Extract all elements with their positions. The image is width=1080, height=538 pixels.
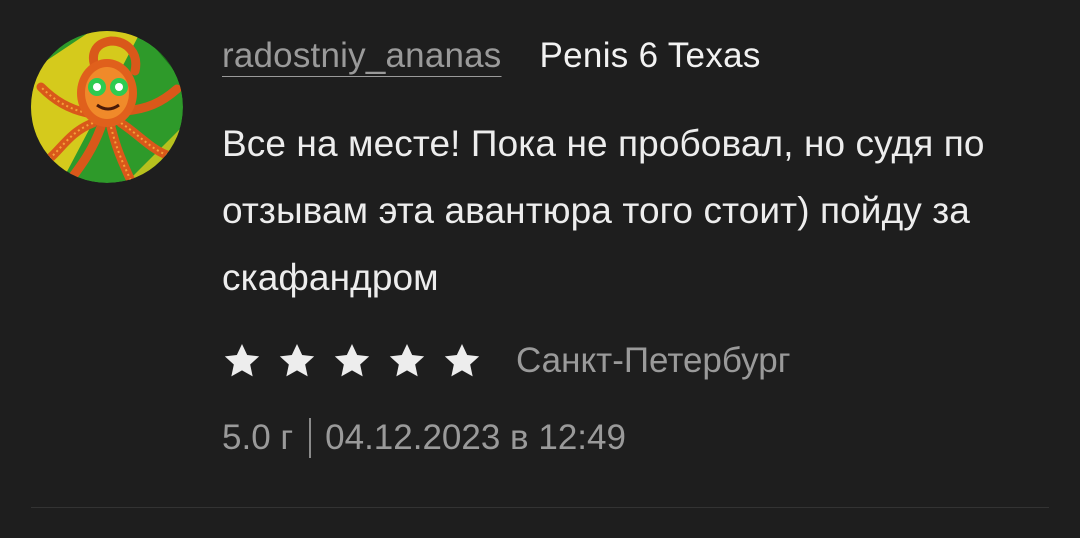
star-icon — [224, 344, 260, 377]
octopus-avatar-icon — [31, 31, 183, 183]
info-divider — [309, 418, 312, 458]
star-icon — [389, 344, 425, 377]
review-info-row: 5.0 г 04.12.2023 в 12:49 — [222, 414, 1042, 462]
rating-row: Санкт-Петербург — [222, 336, 1042, 386]
review-card: radostniy_ananas Penis 6 Texas Все на ме… — [0, 0, 1080, 538]
star-icon — [444, 344, 480, 377]
review-content: radostniy_ananas Penis 6 Texas Все на ме… — [222, 36, 1042, 462]
review-separator — [31, 507, 1049, 508]
purchase-weight: 5.0 г — [222, 418, 294, 457]
review-date: 04.12.2023 в 12:49 — [325, 418, 626, 457]
product-name: Penis 6 Texas — [539, 36, 761, 75]
username-link[interactable]: radostniy_ananas — [222, 36, 502, 76]
star-icon — [334, 344, 370, 377]
review-city: Санкт-Петербург — [516, 341, 791, 380]
star-rating — [222, 341, 482, 381]
review-header: radostniy_ananas Penis 6 Texas — [222, 36, 1042, 88]
review-text: Все на месте! Пока не пробовал, но судя … — [222, 123, 985, 298]
user-avatar[interactable] — [31, 31, 183, 183]
star-icon — [279, 344, 315, 377]
